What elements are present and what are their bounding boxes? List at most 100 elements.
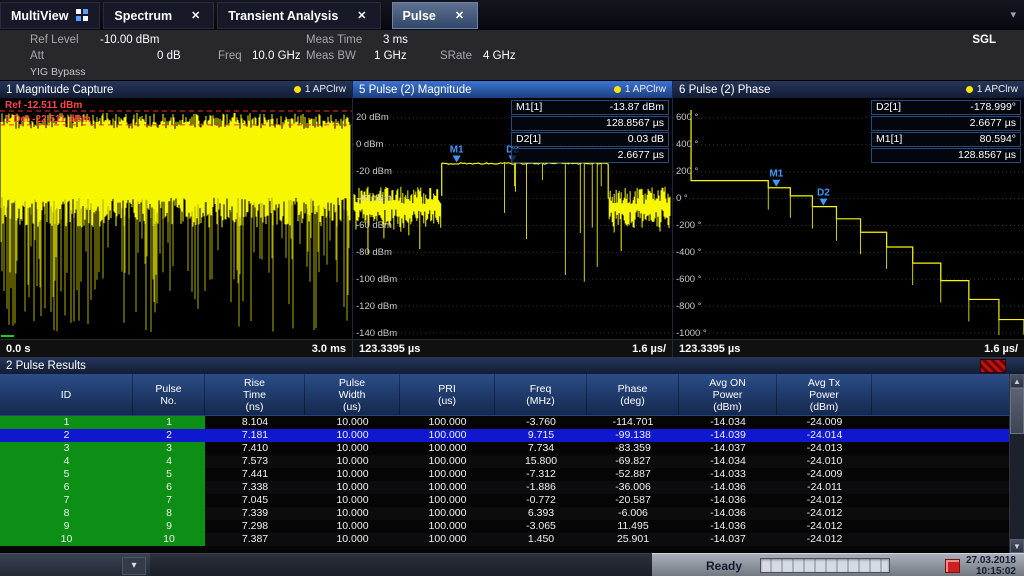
cell[interactable]: 7: [0, 494, 133, 507]
status-dropdown-caret-icon[interactable]: ▾: [122, 557, 146, 575]
cell[interactable]: 10.000: [305, 442, 400, 455]
cell[interactable]: 5: [133, 468, 205, 481]
cell[interactable]: -36.006: [587, 481, 679, 494]
cell[interactable]: 10: [133, 533, 205, 546]
cell[interactable]: 1: [133, 416, 205, 429]
cell[interactable]: 2: [0, 429, 133, 442]
cell[interactable]: -99.138: [587, 429, 679, 442]
cell[interactable]: 7.339: [205, 507, 305, 520]
table-row[interactable]: 887.33910.000100.0006.393-6.006-14.036-2…: [0, 507, 1024, 520]
cell[interactable]: 100.000: [400, 455, 495, 468]
cell[interactable]: -1.886: [495, 481, 587, 494]
cell[interactable]: -14.034: [679, 455, 777, 468]
cell[interactable]: -14.036: [679, 494, 777, 507]
marker-triangle-icon[interactable]: [772, 180, 780, 187]
pulse-phase-title-bar[interactable]: 6 Pulse (2) Phase 1 APClrw: [673, 81, 1024, 98]
cell[interactable]: 100.000: [400, 429, 495, 442]
ref-level-value[interactable]: -10.00 dBm: [100, 34, 159, 46]
marker-triangle-icon[interactable]: [453, 155, 461, 162]
cell[interactable]: -0.772: [495, 494, 587, 507]
cell[interactable]: 8: [0, 507, 133, 520]
table-row[interactable]: 557.44110.000100.000-7.312-52.887-14.033…: [0, 468, 1024, 481]
table-row[interactable]: 777.04510.000100.000-0.772-20.587-14.036…: [0, 494, 1024, 507]
cell[interactable]: 7.573: [205, 455, 305, 468]
cell[interactable]: 7.298: [205, 520, 305, 533]
tab-overflow-caret-icon[interactable]: ▾: [1010, 8, 1016, 21]
window-pulse-magnitude[interactable]: 5 Pulse (2) Magnitude 1 APClrw M1D2 20 d…: [353, 81, 673, 357]
cell[interactable]: 7: [133, 494, 205, 507]
cell[interactable]: -24.012: [777, 494, 872, 507]
scroll-track[interactable]: [1010, 388, 1024, 539]
cell[interactable]: 100.000: [400, 507, 495, 520]
marker-triangle-icon[interactable]: [819, 199, 827, 206]
cell[interactable]: 10.000: [305, 520, 400, 533]
cell[interactable]: -3.760: [495, 416, 587, 429]
tab-transient-analysis[interactable]: Transient Analysis ✕: [217, 2, 380, 29]
cell[interactable]: -114.701: [587, 416, 679, 429]
window-pulse-phase[interactable]: 6 Pulse (2) Phase 1 APClrw D2M1 600 °400…: [673, 81, 1024, 357]
cell[interactable]: -14.036: [679, 507, 777, 520]
close-icon[interactable]: ✕: [452, 9, 467, 22]
cell[interactable]: 4: [0, 455, 133, 468]
cell[interactable]: 10.000: [305, 507, 400, 520]
column-header[interactable]: RiseTime(ns): [205, 374, 305, 415]
cell[interactable]: 6.393: [495, 507, 587, 520]
cell[interactable]: -14.037: [679, 442, 777, 455]
column-header[interactable]: PulseWidth(us): [305, 374, 400, 415]
column-header[interactable]: PRI(us): [400, 374, 495, 415]
magnitude-capture-plot-area[interactable]: Ref -12.511 dBm 1 Det -22.511 dBm: [0, 98, 352, 339]
cell[interactable]: 25.901: [587, 533, 679, 546]
cell[interactable]: -14.036: [679, 481, 777, 494]
table-row[interactable]: 447.57310.000100.00015.800-69.827-14.034…: [0, 455, 1024, 468]
cell[interactable]: -14.036: [679, 520, 777, 533]
cell[interactable]: 100.000: [400, 520, 495, 533]
meas-time-value[interactable]: 3 ms: [383, 34, 408, 46]
cell[interactable]: 10.000: [305, 429, 400, 442]
cell[interactable]: 10.000: [305, 468, 400, 481]
cell[interactable]: 100.000: [400, 494, 495, 507]
cell[interactable]: -24.012: [777, 520, 872, 533]
cell[interactable]: -24.010: [777, 455, 872, 468]
cell[interactable]: 7.181: [205, 429, 305, 442]
table-row[interactable]: 667.33810.000100.000-1.886-36.006-14.036…: [0, 481, 1024, 494]
column-header[interactable]: Freq(MHz): [495, 374, 587, 415]
tab-spectrum[interactable]: Spectrum ✕: [103, 2, 214, 29]
cell[interactable]: -52.887: [587, 468, 679, 481]
cell[interactable]: 9: [0, 520, 133, 533]
cell[interactable]: -6.006: [587, 507, 679, 520]
cell[interactable]: 1.450: [495, 533, 587, 546]
scroll-down-button[interactable]: ▼: [1010, 539, 1024, 553]
cell[interactable]: 7.441: [205, 468, 305, 481]
cell[interactable]: 10.000: [305, 481, 400, 494]
cell[interactable]: 5: [0, 468, 133, 481]
cell[interactable]: 15.800: [495, 455, 587, 468]
cell[interactable]: -14.037: [679, 533, 777, 546]
cell[interactable]: 100.000: [400, 442, 495, 455]
cell[interactable]: 7.045: [205, 494, 305, 507]
close-icon[interactable]: ✕: [188, 9, 203, 22]
cell[interactable]: 7.410: [205, 442, 305, 455]
magnitude-capture-title-bar[interactable]: 1 Magnitude Capture 1 APClrw: [0, 81, 352, 98]
cell[interactable]: 100.000: [400, 468, 495, 481]
cell[interactable]: 3: [133, 442, 205, 455]
cell[interactable]: -3.065: [495, 520, 587, 533]
tab-multiview[interactable]: MultiView: [0, 2, 100, 29]
cell[interactable]: 100.000: [400, 416, 495, 429]
cell[interactable]: -7.312: [495, 468, 587, 481]
scroll-thumb[interactable]: [1010, 388, 1024, 434]
column-header[interactable]: ID: [0, 374, 133, 415]
cell[interactable]: 10.000: [305, 494, 400, 507]
cell[interactable]: -14.033: [679, 468, 777, 481]
cell[interactable]: -24.011: [777, 481, 872, 494]
cell[interactable]: 8.104: [205, 416, 305, 429]
table-row[interactable]: 337.41010.000100.0007.734-83.359-14.037-…: [0, 442, 1024, 455]
pulse-magnitude-plot-area[interactable]: M1D2 20 dBm0 dBm-20 dBm-40 dBm-60 dBm-80…: [353, 98, 672, 339]
cell[interactable]: -14.034: [679, 416, 777, 429]
cell[interactable]: 8: [133, 507, 205, 520]
cell[interactable]: -24.012: [777, 507, 872, 520]
column-header[interactable]: Avg TxPower(dBm): [777, 374, 872, 415]
pulse-phase-plot-area[interactable]: D2M1 600 °400 °200 °0 °-200 °-400 °-600 …: [673, 98, 1024, 339]
tab-pulse[interactable]: Pulse ✕: [392, 2, 479, 29]
cell[interactable]: -24.009: [777, 468, 872, 481]
meas-bw-value[interactable]: 1 GHz: [374, 50, 407, 62]
